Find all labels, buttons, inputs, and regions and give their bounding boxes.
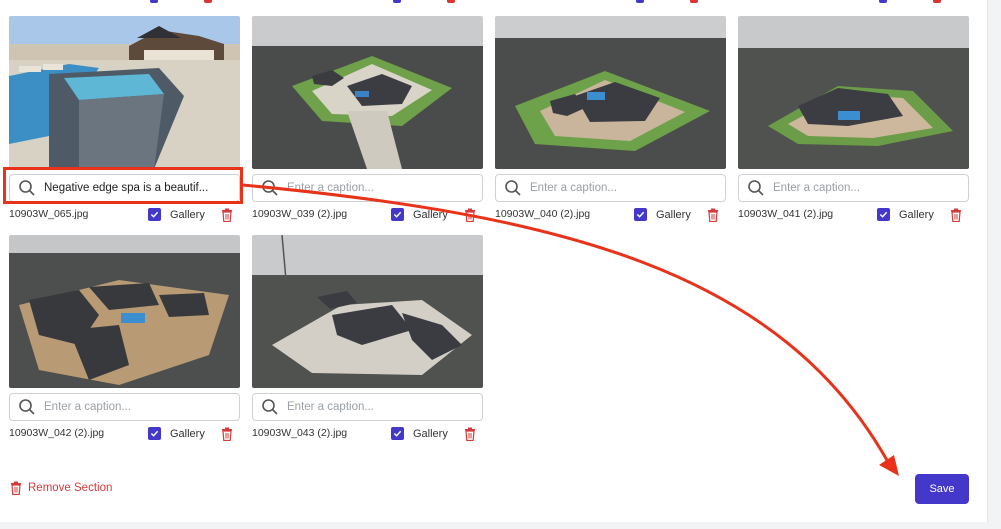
- photo-meta: 10903W_041 (2).jpg Gallery: [738, 208, 969, 222]
- photo-filename: 10903W_039 (2).jpg: [252, 208, 348, 220]
- gallery-checkbox[interactable]: [391, 427, 404, 440]
- photo-filename: 10903W_043 (2).jpg: [252, 427, 348, 439]
- photo-thumbnail[interactable]: [252, 235, 483, 388]
- trash-icon[interactable]: [707, 208, 719, 222]
- photo-meta: 10903W_042 (2).jpg Gallery: [9, 427, 240, 441]
- trash-icon[interactable]: [464, 208, 476, 222]
- annotation-highlight-box: [3, 167, 243, 204]
- photo-filename: 10903W_040 (2).jpg: [495, 208, 591, 220]
- photo-thumbnail[interactable]: [495, 16, 726, 169]
- page-background: [988, 0, 1001, 529]
- gallery-checkbox[interactable]: [391, 208, 404, 221]
- aerial-photo: [495, 16, 726, 169]
- trash-icon[interactable]: [221, 427, 233, 441]
- gallery-label: Gallery: [413, 209, 448, 221]
- caption-input[interactable]: [44, 401, 234, 413]
- photo-section-panel: 10903W_065.jpg Gallery 10903W_039: [0, 0, 988, 522]
- checkmark-icon: [636, 211, 645, 218]
- search-icon: [748, 180, 764, 196]
- search-icon: [19, 399, 35, 415]
- save-button[interactable]: Save: [915, 474, 969, 504]
- previous-row-edge: [0, 0, 988, 4]
- caption-field[interactable]: [495, 174, 726, 202]
- checkmark-icon: [393, 430, 402, 437]
- photo-meta: 10903W_039 (2).jpg Gallery: [252, 208, 483, 222]
- gallery-checkbox[interactable]: [148, 427, 161, 440]
- photo-thumbnail[interactable]: [9, 16, 240, 169]
- gallery-label: Gallery: [170, 209, 205, 221]
- caption-input[interactable]: [530, 182, 720, 194]
- checkmark-icon: [150, 430, 159, 437]
- photo-filename: 10903W_041 (2).jpg: [738, 208, 834, 220]
- search-icon: [262, 399, 278, 415]
- gallery-label: Gallery: [413, 428, 448, 440]
- trash-icon[interactable]: [950, 208, 962, 222]
- remove-section-label: Remove Section: [28, 482, 113, 494]
- remove-section-button[interactable]: Remove Section: [10, 480, 112, 496]
- checkmark-icon: [393, 211, 402, 218]
- photo-thumbnail[interactable]: [9, 235, 240, 388]
- caption-input[interactable]: [287, 182, 477, 194]
- aerial-photo: [9, 235, 240, 388]
- caption-field[interactable]: [252, 174, 483, 202]
- trash-icon[interactable]: [221, 208, 233, 222]
- aerial-photo: [252, 235, 483, 388]
- caption-field[interactable]: [9, 393, 240, 421]
- caption-field[interactable]: [738, 174, 969, 202]
- search-icon: [262, 180, 278, 196]
- gallery-checkbox[interactable]: [877, 208, 890, 221]
- photo-thumbnail[interactable]: [252, 16, 483, 169]
- aerial-photo: [738, 16, 969, 169]
- photo-meta: 10903W_065.jpg Gallery: [9, 208, 240, 222]
- caption-input[interactable]: [773, 182, 963, 194]
- trash-icon[interactable]: [464, 427, 476, 441]
- gallery-label: Gallery: [899, 209, 934, 221]
- caption-input[interactable]: [287, 401, 477, 413]
- photo-filename: 10903W_065.jpg: [9, 208, 89, 220]
- trash-icon: [11, 481, 21, 495]
- pool-photo: [9, 16, 240, 169]
- gallery-label: Gallery: [170, 428, 205, 440]
- caption-field[interactable]: [252, 393, 483, 421]
- aerial-photo: [252, 16, 483, 169]
- checkmark-icon: [150, 211, 159, 218]
- gallery-label: Gallery: [656, 209, 691, 221]
- photo-filename: 10903W_042 (2).jpg: [9, 427, 105, 439]
- photo-meta: 10903W_043 (2).jpg Gallery: [252, 427, 483, 441]
- gallery-checkbox[interactable]: [634, 208, 647, 221]
- gallery-checkbox[interactable]: [148, 208, 161, 221]
- photo-meta: 10903W_040 (2).jpg Gallery: [495, 208, 726, 222]
- search-icon: [505, 180, 521, 196]
- photo-thumbnail[interactable]: [738, 16, 969, 169]
- checkmark-icon: [879, 211, 888, 218]
